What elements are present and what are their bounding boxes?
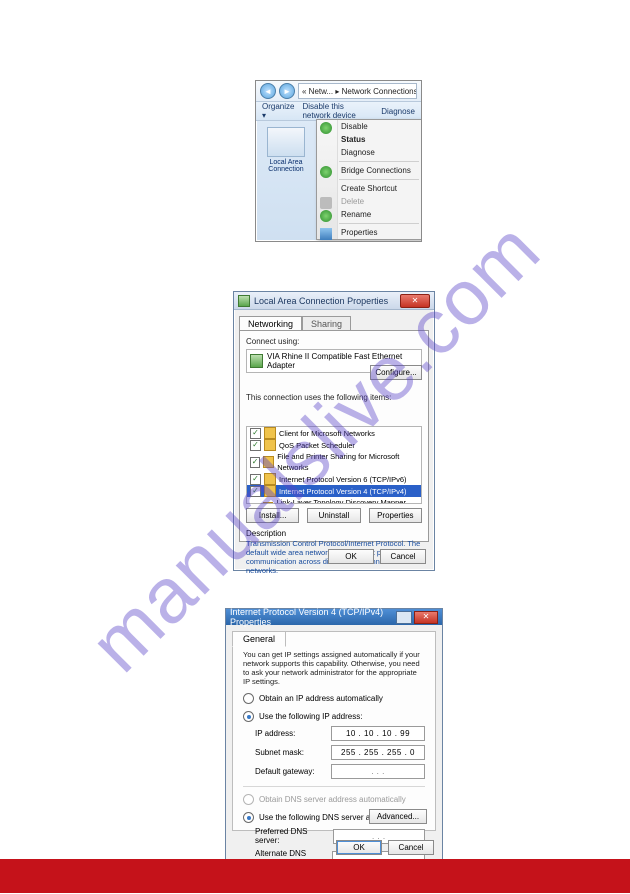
subnet-label: Subnet mask:: [255, 748, 304, 757]
gateway-label: Default gateway:: [255, 767, 315, 776]
gateway-input[interactable]: . . .: [331, 764, 425, 779]
ipv4-icon: [264, 485, 276, 497]
advanced-button[interactable]: Advanced...: [369, 809, 427, 824]
close-button[interactable]: ✕: [400, 294, 430, 308]
protocol-list[interactable]: Client for Microsoft Networks QoS Packet…: [246, 426, 422, 504]
list-item[interactable]: File and Printer Sharing for Microsoft N…: [247, 451, 421, 473]
subnet-input[interactable]: 255 . 255 . 255 . 0: [331, 745, 425, 760]
address-bar[interactable]: « Netw... ▸ Network Connections ▸: [298, 83, 417, 99]
separator: [339, 179, 419, 180]
dialog-footer: OK Cancel: [328, 549, 426, 564]
pref-dns-label: Preferred DNS server:: [255, 827, 333, 845]
explorer-window: ◄ ► « Netw... ▸ Network Connections ▸ Or…: [255, 80, 422, 242]
tab-body: Connect using: VIA Rhine II Compatible F…: [239, 330, 429, 542]
disable-device-button[interactable]: Disable this network device: [302, 102, 373, 120]
uses-items-label: This connection uses the following items…: [246, 393, 422, 402]
ctx-status[interactable]: Status: [317, 133, 421, 146]
lltd-icon: [263, 502, 274, 504]
separator: [243, 786, 425, 787]
forward-button[interactable]: ►: [279, 83, 295, 99]
list-item[interactable]: Internet Protocol Version 6 (TCP/IPv6): [247, 473, 421, 485]
ip-input[interactable]: 10 . 10 . 10 . 99: [331, 726, 425, 741]
help-button[interactable]: [396, 611, 412, 624]
network-icon: [238, 295, 250, 307]
radio-icon: [243, 794, 254, 805]
checkbox[interactable]: [250, 486, 261, 497]
ctx-diagnose[interactable]: Diagnose: [317, 146, 421, 159]
ok-button[interactable]: OK: [328, 549, 374, 564]
list-item[interactable]: Link-Layer Topology Discovery Mapper I/O…: [247, 497, 421, 504]
ctx-rename[interactable]: Rename: [317, 208, 421, 221]
checkbox[interactable]: [250, 440, 261, 451]
radio-auto-ip[interactable]: Obtain an IP address automatically: [243, 693, 425, 704]
dialog-body: General You can get IP settings assigned…: [232, 631, 436, 831]
list-item[interactable]: QoS Packet Scheduler: [247, 439, 421, 451]
title-bar: Local Area Connection Properties ✕: [234, 292, 434, 310]
adapter-icon: [250, 354, 263, 368]
ctx-disable[interactable]: Disable: [317, 120, 421, 133]
context-menu: Disable Status Diagnose Bridge Connectio…: [316, 119, 422, 240]
qos-icon: [264, 439, 276, 451]
cancel-button[interactable]: Cancel: [388, 840, 434, 855]
tab-sharing[interactable]: Sharing: [302, 316, 351, 331]
separator: [339, 161, 419, 162]
connection-properties-dialog: Local Area Connection Properties ✕ Netwo…: [233, 291, 435, 571]
list-item[interactable]: Client for Microsoft Networks: [247, 427, 421, 439]
ctx-properties[interactable]: Properties: [317, 226, 421, 239]
separator: [339, 223, 419, 224]
intro-text: You can get IP settings assigned automat…: [243, 650, 425, 686]
checkbox[interactable]: [250, 503, 260, 505]
properties-icon: [320, 228, 332, 240]
ctx-delete: Delete: [317, 195, 421, 208]
close-button[interactable]: ✕: [414, 611, 438, 624]
subnet-row: Subnet mask: 255 . 255 . 255 . 0: [255, 745, 425, 760]
back-button[interactable]: ◄: [260, 83, 276, 99]
client-icon: [264, 427, 276, 439]
dialog-title: Local Area Connection Properties: [254, 296, 388, 306]
checkbox[interactable]: [250, 474, 261, 485]
lan-label: Local Area Connection: [262, 159, 310, 173]
tab-networking[interactable]: Networking: [239, 316, 302, 331]
ipv4-properties-dialog: Internet Protocol Version 4 (TCP/IPv4) P…: [225, 608, 443, 862]
ctx-shortcut[interactable]: Create Shortcut: [317, 182, 421, 195]
ok-button[interactable]: OK: [336, 840, 382, 855]
ipv6-icon: [264, 473, 276, 485]
network-adapter-icon: [267, 127, 305, 157]
checkbox[interactable]: [250, 457, 260, 468]
diagnose-button[interactable]: Diagnose: [381, 107, 415, 116]
tab-general[interactable]: General: [232, 631, 286, 647]
description-label: Description: [246, 529, 422, 538]
title-bar: Internet Protocol Version 4 (TCP/IPv4) P…: [226, 609, 442, 625]
radio-auto-dns: Obtain DNS server address automatically: [243, 794, 425, 805]
dialog-footer: OK Cancel: [336, 840, 434, 855]
fileshare-icon: [263, 456, 274, 468]
configure-button[interactable]: Configure...: [370, 365, 422, 380]
checkbox[interactable]: [250, 428, 261, 439]
gateway-row: Default gateway: . . .: [255, 764, 425, 779]
dialog-title: Internet Protocol Version 4 (TCP/IPv4) P…: [230, 607, 396, 627]
organize-menu[interactable]: Organize ▾: [262, 102, 294, 120]
ctx-bridge[interactable]: Bridge Connections: [317, 164, 421, 177]
radio-icon: [243, 711, 254, 722]
radio-use-ip[interactable]: Use the following IP address:: [243, 711, 425, 722]
install-button[interactable]: Install...: [246, 508, 299, 523]
connect-using-label: Connect using:: [246, 337, 422, 346]
tab-strip: Networking Sharing: [239, 315, 429, 330]
radio-icon: [243, 693, 254, 704]
footer-bar: [0, 859, 630, 893]
list-item-selected[interactable]: Internet Protocol Version 4 (TCP/IPv4): [247, 485, 421, 497]
properties-button[interactable]: Properties: [369, 508, 422, 523]
uninstall-button[interactable]: Uninstall: [307, 508, 360, 523]
ip-label: IP address:: [255, 729, 295, 738]
bridge-icon: [320, 166, 332, 178]
radio-icon: [243, 812, 254, 823]
nav-row: ◄ ► « Netw... ▸ Network Connections ▸: [256, 81, 421, 102]
rename-icon: [320, 210, 332, 222]
lan-connection-item[interactable]: Local Area Connection: [262, 127, 310, 173]
ip-address-row: IP address: 10 . 10 . 10 . 99: [255, 726, 425, 741]
button-row: Install... Uninstall Properties: [246, 508, 422, 523]
cancel-button[interactable]: Cancel: [380, 549, 426, 564]
